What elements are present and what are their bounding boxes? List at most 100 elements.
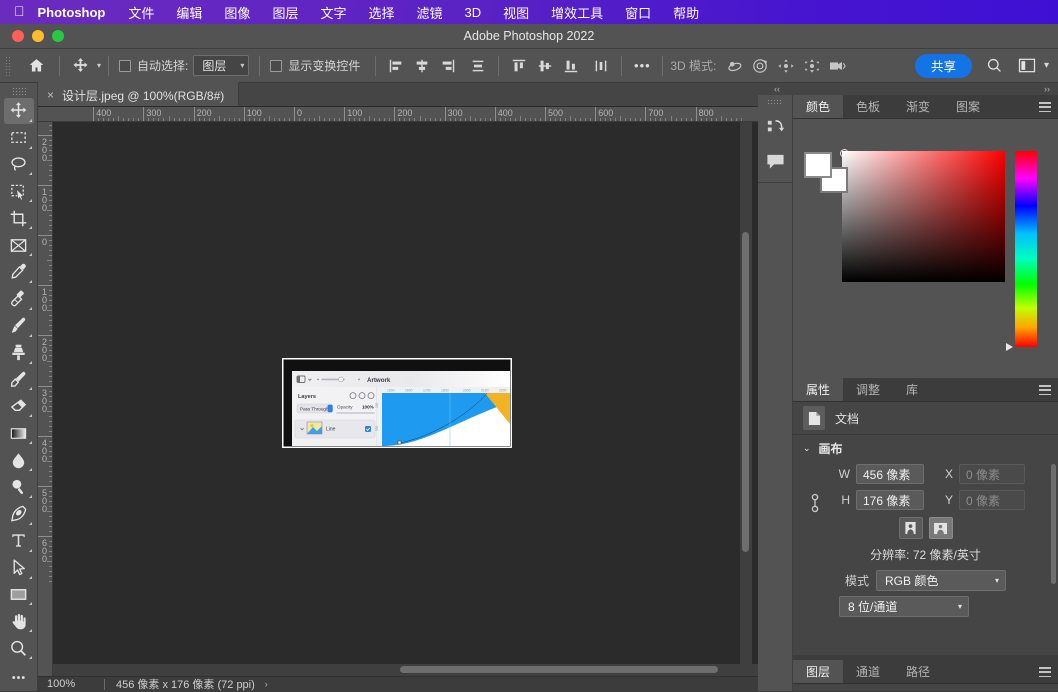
align-right-icon[interactable]	[435, 54, 461, 78]
canvas-section-header[interactable]: ⌄ 画布	[793, 435, 1058, 461]
rotate-3d-icon[interactable]	[721, 54, 747, 78]
menu-item-select[interactable]: 选择	[357, 3, 405, 22]
more-options-button[interactable]: •••	[629, 54, 655, 78]
menu-item-type[interactable]: 文字	[309, 3, 357, 22]
workspace-icon[interactable]	[1014, 54, 1040, 78]
align-left-icon[interactable]	[383, 54, 409, 78]
current-tool-move-icon[interactable]	[67, 54, 93, 78]
lasso-tool[interactable]	[4, 152, 34, 178]
hue-slider[interactable]	[1015, 151, 1037, 347]
crop-tool[interactable]	[4, 205, 34, 231]
zoom-tool[interactable]	[4, 635, 34, 661]
collapse-right-icon[interactable]: ››	[1044, 84, 1058, 94]
align-bottom-icon[interactable]	[558, 54, 584, 78]
slide-3d-icon[interactable]	[799, 54, 825, 78]
color-mode-select[interactable]: RGB 颜色 ▾	[876, 570, 1006, 591]
camera-3d-icon[interactable]	[825, 54, 851, 78]
menu-item-image[interactable]: 图像	[213, 3, 261, 22]
rail-grip[interactable]	[767, 99, 783, 106]
tab-libraries[interactable]: 库	[893, 378, 931, 401]
menu-item-file[interactable]: 文件	[117, 3, 165, 22]
status-chevron-icon[interactable]: ›	[265, 679, 268, 689]
marquee-tool[interactable]	[4, 125, 34, 151]
align-center-h-icon[interactable]	[409, 54, 435, 78]
tab-layers[interactable]: 图层	[793, 660, 843, 683]
eraser-tool[interactable]	[4, 393, 34, 419]
search-icon[interactable]	[982, 54, 1008, 78]
chevron-down-icon[interactable]: ▾	[1044, 60, 1049, 71]
auto-select-checkbox[interactable]: 自动选择: 图层 ▾	[116, 54, 252, 78]
canvas-horizontal-scrollbar[interactable]	[53, 664, 758, 676]
eyedropper-tool[interactable]	[4, 259, 34, 285]
type-tool[interactable]	[4, 528, 34, 554]
menu-item-window[interactable]: 窗口	[614, 3, 662, 22]
height-input[interactable]: 176 像素	[856, 490, 924, 510]
tools-panel-grip[interactable]	[12, 87, 26, 95]
options-bar-grip[interactable]	[5, 56, 11, 76]
tab-gradients[interactable]: 渐变	[893, 95, 943, 118]
close-icon[interactable]: ×	[47, 88, 54, 102]
foreground-color-swatch[interactable]	[804, 152, 832, 178]
panel-menu-icon[interactable]	[1039, 102, 1051, 112]
vertical-ruler[interactable]: 4003002001000100200300400500600	[38, 122, 53, 676]
healing-brush-tool[interactable]	[4, 286, 34, 312]
history-brush-tool[interactable]	[4, 367, 34, 393]
menu-item-view[interactable]: 视图	[492, 3, 540, 22]
clone-stamp-tool[interactable]	[4, 340, 34, 366]
roll-3d-icon[interactable]	[747, 54, 773, 78]
panel-menu-icon[interactable]	[1039, 385, 1051, 395]
tab-adjustments[interactable]: 调整	[843, 378, 893, 401]
auto-select-dropdown[interactable]: 图层 ▾	[193, 55, 249, 76]
collapse-left-icon[interactable]: ‹‹	[758, 84, 780, 94]
distribute-v-icon[interactable]	[588, 54, 614, 78]
vertical-scroll-thumb[interactable]	[742, 232, 749, 552]
shape-tool[interactable]	[4, 582, 34, 608]
tab-paths[interactable]: 路径	[893, 660, 943, 683]
landscape-orientation-icon[interactable]	[929, 517, 953, 539]
hand-tool[interactable]	[4, 608, 34, 634]
comment-icon[interactable]	[758, 144, 793, 178]
brush-tool[interactable]	[4, 313, 34, 339]
menu-item-help[interactable]: 帮助	[662, 3, 710, 22]
dodge-tool[interactable]	[4, 474, 34, 500]
horizontal-ruler[interactable]: 4003002001000100200300400500600700800	[38, 107, 758, 122]
distribute-h-icon[interactable]	[465, 54, 491, 78]
pan-3d-icon[interactable]	[773, 54, 799, 78]
menu-item-plugins[interactable]: 增效工具	[540, 3, 614, 22]
history-icon[interactable]	[758, 110, 793, 144]
home-icon[interactable]	[23, 54, 49, 78]
show-transform-checkbox[interactable]: 显示变换控件	[267, 54, 368, 78]
tab-channels[interactable]: 通道	[843, 660, 893, 683]
zoom-level[interactable]: 100%	[38, 678, 104, 690]
portrait-orientation-icon[interactable]	[899, 517, 923, 539]
color-field[interactable]	[842, 151, 1005, 282]
canvas-area[interactable]: Artwork Layers Pass Through Opacity 100%	[53, 122, 758, 676]
share-button[interactable]: 共享	[915, 54, 972, 78]
horizontal-scroll-thumb[interactable]	[400, 666, 718, 673]
panel-menu-icon[interactable]	[1039, 667, 1051, 677]
pen-tool[interactable]	[4, 501, 34, 527]
quick-select-tool[interactable]	[4, 178, 34, 204]
show-transform-check-box[interactable]	[270, 60, 282, 72]
menu-app-name[interactable]: Photoshop	[38, 5, 118, 20]
tab-properties[interactable]: 属性	[793, 378, 843, 401]
gradient-tool[interactable]	[4, 420, 34, 446]
link-constrain-icon[interactable]	[809, 492, 821, 517]
align-center-v-icon[interactable]	[532, 54, 558, 78]
x-input[interactable]: 0 像素	[959, 464, 1025, 484]
tab-swatches[interactable]: 色板	[843, 95, 893, 118]
menu-item-filter[interactable]: 滤镜	[405, 3, 453, 22]
tool-chevron-down-icon[interactable]: ▾	[97, 61, 101, 70]
menu-item-layer[interactable]: 图层	[261, 3, 309, 22]
path-select-tool[interactable]	[4, 555, 34, 581]
frame-tool[interactable]	[4, 232, 34, 258]
blur-tool[interactable]	[4, 447, 34, 473]
apple-logo-icon[interactable]: 	[0, 4, 38, 18]
artboard-image[interactable]: Artwork Layers Pass Through Opacity 100%	[282, 358, 512, 448]
menu-item-3d[interactable]: 3D	[454, 5, 493, 20]
tab-patterns[interactable]: 图案	[943, 95, 993, 118]
menu-item-edit[interactable]: 编辑	[165, 3, 213, 22]
move-tool[interactable]	[4, 98, 34, 124]
width-input[interactable]: 456 像素	[856, 464, 924, 484]
canvas-vertical-scrollbar[interactable]	[740, 122, 752, 676]
